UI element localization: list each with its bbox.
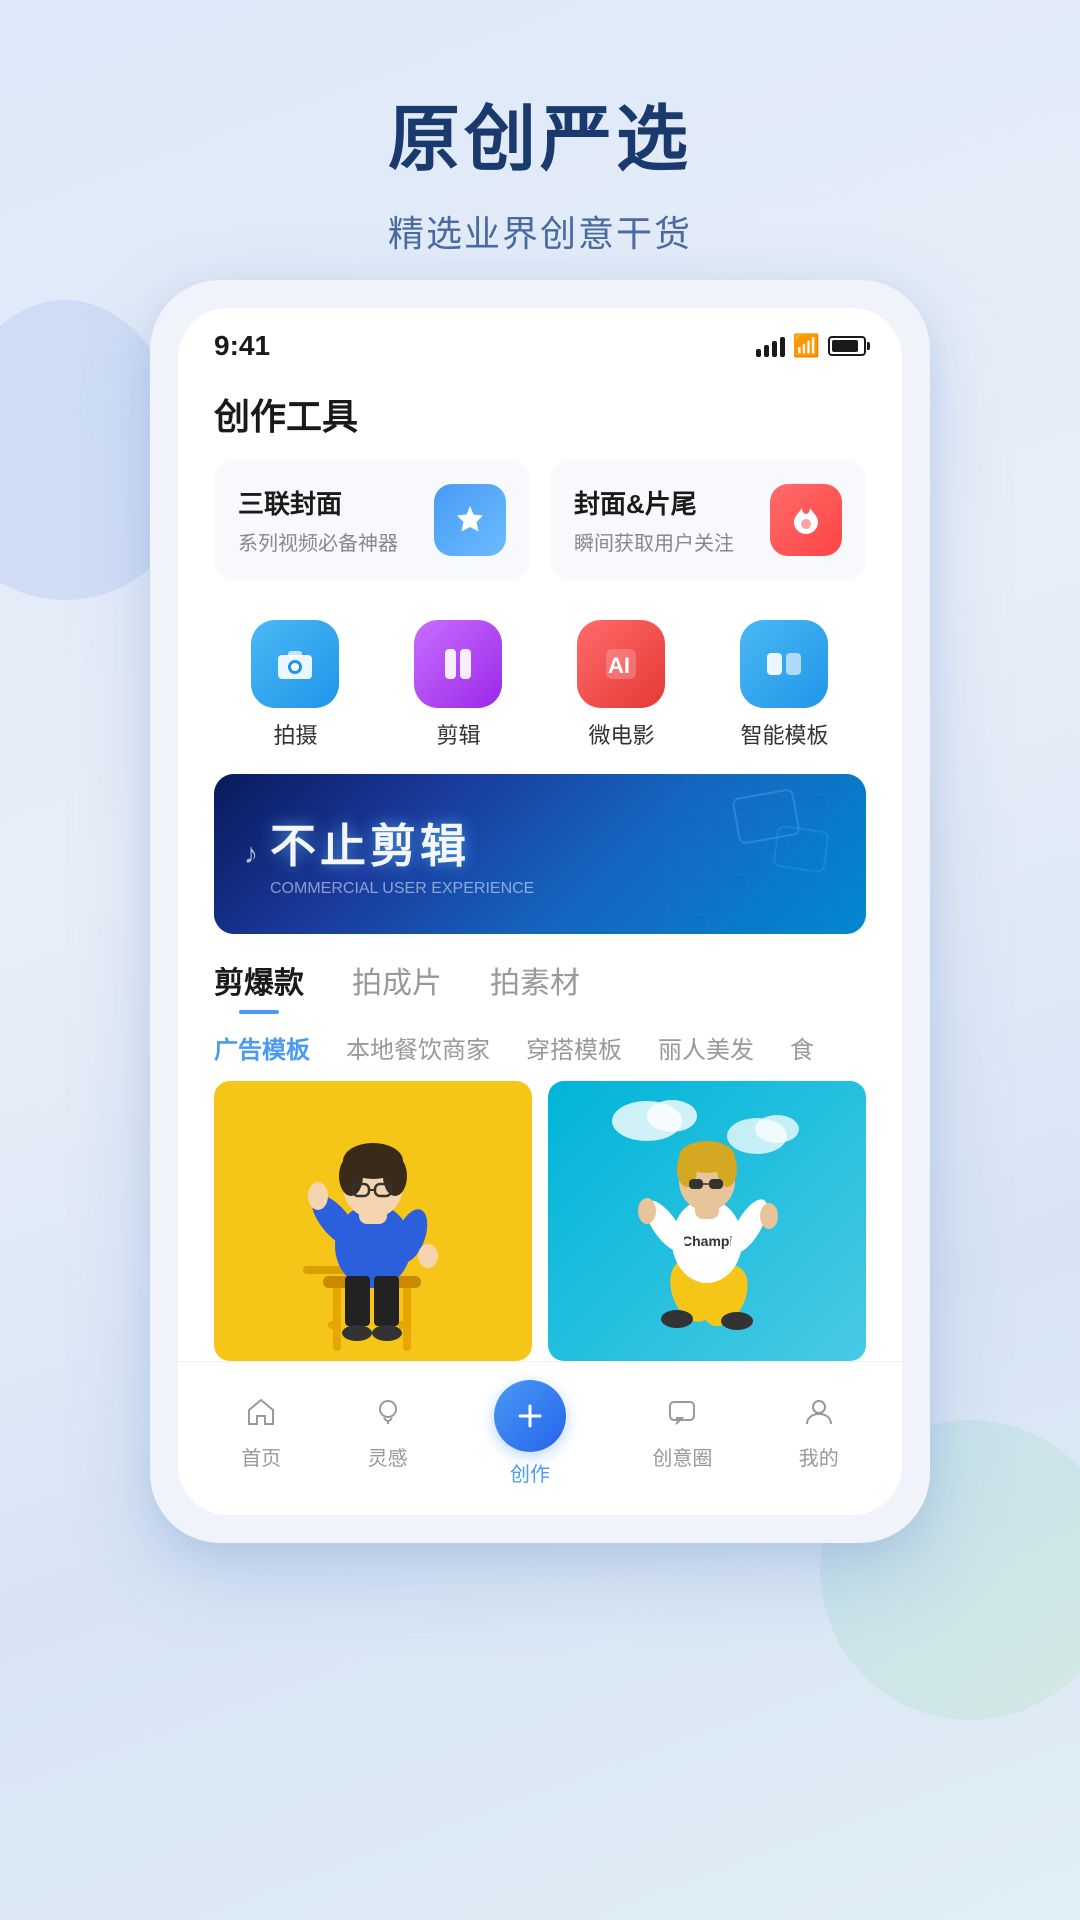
nav-item-inspiration[interactable]: 灵感 <box>368 1396 408 1471</box>
battery-icon <box>828 336 866 356</box>
edit-icon <box>414 620 502 708</box>
phone-wrapper: 9:41 📶 创作工具 <box>150 280 930 1543</box>
content-card-yellow[interactable] <box>214 1081 532 1361</box>
tab-pai-su-cai[interactable]: 拍素材 <box>490 958 580 1014</box>
chat-icon <box>666 1396 698 1436</box>
template-icon <box>740 620 828 708</box>
bottom-nav: 首页 灵感 <box>178 1361 902 1515</box>
tool-cards-row: 三联封面 系列视频必备神器 封面&片尾 瞬间获取用户关注 <box>178 460 902 600</box>
sub-tab-beauty[interactable]: 丽人美发 <box>658 1030 754 1065</box>
nav-label-inspiration: 灵感 <box>368 1442 408 1471</box>
nav-item-creative-circle[interactable]: 创意圈 <box>652 1396 712 1471</box>
signal-bar-2 <box>764 345 769 357</box>
nav-item-home[interactable]: 首页 <box>241 1396 281 1471</box>
page-header: 创作工具 <box>178 372 902 460</box>
svg-text:AI: AI <box>608 653 630 678</box>
status-icons: 📶 <box>756 333 866 359</box>
banner-content: ♪ 不止剪辑 COMMERCIAL USER EXPERIENCE <box>244 810 534 898</box>
sub-tabs: 广告模板 本地餐饮商家 穿搭模板 丽人美发 食 <box>178 1014 902 1081</box>
banner-main-text: 不止剪辑 <box>270 810 534 876</box>
tool-card-text-1: 三联封面 系列视频必备神器 <box>238 484 398 556</box>
sub-tab-fashion[interactable]: 穿搭模板 <box>526 1030 622 1065</box>
wifi-icon: 📶 <box>793 333 820 359</box>
inspiration-icon <box>372 1396 404 1436</box>
icon-item-camera[interactable]: 拍摄 <box>251 620 339 750</box>
home-icon <box>245 1396 277 1436</box>
hero-section: 原创严选 精选业界创意干货 <box>0 0 1080 257</box>
tool-card-name-1: 三联封面 <box>238 484 398 521</box>
icon-label-template: 智能模板 <box>740 718 828 750</box>
tool-card-desc-2: 瞬间获取用户关注 <box>574 527 734 556</box>
content-card-blue[interactable]: Champion <box>548 1081 866 1361</box>
phone-frame: 9:41 📶 创作工具 <box>150 280 930 1543</box>
icon-grid: 拍摄 剪辑 AI <box>178 600 902 774</box>
tab-pai-cheng-pian[interactable]: 拍成片 <box>352 958 442 1014</box>
nav-item-create[interactable]: 创作 <box>494 1380 566 1487</box>
icon-label-ai: 微电影 <box>588 718 654 750</box>
icon-label-camera: 拍摄 <box>273 718 317 750</box>
icon-label-edit: 剪辑 <box>436 718 480 750</box>
tool-card-desc-1: 系列视频必备神器 <box>238 527 398 556</box>
banner-section[interactable]: ♪ 不止剪辑 COMMERCIAL USER EXPERIENCE <box>178 774 902 934</box>
create-button[interactable] <box>494 1380 566 1452</box>
icon-item-edit[interactable]: 剪辑 <box>414 620 502 750</box>
page-title: 创作工具 <box>214 388 866 440</box>
tiktok-note-icon: ♪ <box>244 838 258 870</box>
signal-bar-3 <box>772 341 777 357</box>
icon-item-ai[interactable]: AI 微电影 <box>577 620 665 750</box>
sub-tab-local-food[interactable]: 本地餐饮商家 <box>346 1030 490 1065</box>
icon-item-template[interactable]: 智能模板 <box>740 620 828 750</box>
status-time: 9:41 <box>214 330 270 362</box>
signal-bar-4 <box>780 337 785 357</box>
content-grid: Champion <box>178 1081 902 1361</box>
user-icon <box>803 1396 835 1436</box>
nav-label-my: 我的 <box>799 1442 839 1471</box>
hero-subtitle: 精选业界创意干货 <box>0 205 1080 257</box>
nav-label-creative-circle: 创意圈 <box>652 1442 712 1471</box>
banner[interactable]: ♪ 不止剪辑 COMMERCIAL USER EXPERIENCE <box>214 774 866 934</box>
tab-jian-bao-kuan[interactable]: 剪爆款 <box>214 958 304 1014</box>
phone-inner: 9:41 📶 创作工具 <box>178 308 902 1515</box>
signal-bar-1 <box>756 349 761 357</box>
tool-card-name-2: 封面&片尾 <box>574 484 734 521</box>
tool-card-cover-ending[interactable]: 封面&片尾 瞬间获取用户关注 <box>550 460 866 580</box>
main-tabs: 剪爆款 拍成片 拍素材 <box>214 958 866 1014</box>
tabs-section: 剪爆款 拍成片 拍素材 <box>178 934 902 1014</box>
signal-icon <box>756 335 785 357</box>
sub-tab-food[interactable]: 食 <box>790 1030 814 1065</box>
tool-card-icon-star <box>434 484 506 556</box>
tool-card-icon-flame <box>770 484 842 556</box>
battery-fill <box>832 340 858 352</box>
sub-tab-ad-template[interactable]: 广告模板 <box>214 1030 310 1065</box>
banner-grid <box>666 774 866 934</box>
tool-card-triple-cover[interactable]: 三联封面 系列视频必备神器 <box>214 460 530 580</box>
nav-label-home: 首页 <box>241 1442 281 1471</box>
ai-icon: AI <box>577 620 665 708</box>
camera-icon <box>251 620 339 708</box>
tool-card-text-2: 封面&片尾 瞬间获取用户关注 <box>574 484 734 556</box>
banner-sub-text: COMMERCIAL USER EXPERIENCE <box>270 880 534 898</box>
hero-title: 原创严选 <box>0 80 1080 185</box>
nav-item-my[interactable]: 我的 <box>799 1396 839 1471</box>
nav-label-create: 创作 <box>510 1458 550 1487</box>
status-bar: 9:41 📶 <box>178 308 902 372</box>
